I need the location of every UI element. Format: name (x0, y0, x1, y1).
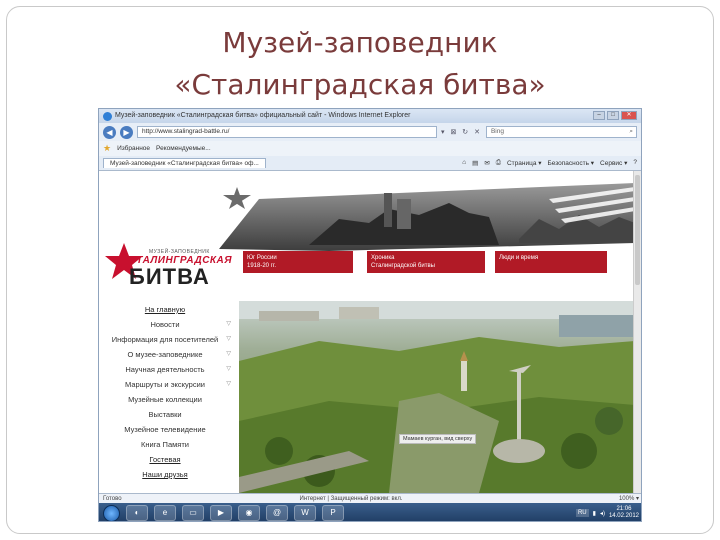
chevron-down-icon: ▽ (226, 336, 231, 342)
print-icon[interactable]: ⎙ (496, 159, 501, 167)
back-button[interactable]: ◀ (103, 125, 116, 139)
chevron-down-icon: ▽ (226, 351, 231, 357)
favorites-item[interactable]: Рекомендуемые... (156, 145, 211, 152)
menu-item-home[interactable]: На главную (99, 305, 231, 314)
window-titlebar: Музей-заповедник «Сталинградская битва» … (99, 109, 641, 123)
menu-item-tours[interactable]: Маршруты и экскурсии ▽ (99, 380, 231, 389)
banner-block-2-line2: Сталинградской битвы (371, 263, 435, 269)
web-page: Юг России 1918-20 гг. Хроника Сталинград… (99, 171, 635, 493)
ie-logo-icon (103, 112, 112, 121)
search-placeholder: Bing (490, 128, 504, 135)
site-banner: Юг России 1918-20 гг. Хроника Сталинград… (99, 171, 635, 301)
chevron-down-icon: ▽ (226, 366, 231, 372)
email-client-icon[interactable]: @ (266, 505, 288, 521)
search-icon[interactable]: ⌕ (629, 127, 633, 137)
command-page[interactable]: Страница ▾ (507, 159, 542, 167)
ie-taskbar-icon[interactable]: e (154, 505, 176, 521)
security-zone: Интернет | Защищенный режим: вкл. (299, 495, 403, 502)
chevron-down-icon: ▽ (226, 381, 231, 387)
url-tools[interactable]: ▾ ⊠ ↻ ✕ (441, 128, 482, 136)
menu-item-guestbook[interactable]: Гостевая (99, 455, 231, 464)
clock-time: 21:06 (616, 506, 632, 512)
maximize-button[interactable]: □ (607, 111, 619, 120)
home-icon[interactable]: ⌂ (462, 159, 466, 167)
volume-icon[interactable]: ◂) (600, 510, 605, 517)
banner-block-south-russia[interactable]: Юг России 1918-20 гг. (243, 251, 353, 273)
menu-item-collections[interactable]: Музейные коллекции (99, 395, 231, 404)
close-button[interactable]: ✕ (621, 111, 637, 120)
clock[interactable]: 21:06 14.02.2012 (609, 506, 639, 520)
banner-block-2-line1: Хроника (371, 255, 395, 261)
minimize-button[interactable]: – (593, 111, 605, 120)
menu-item-science[interactable]: Научная деятельность ▽ (99, 365, 231, 374)
command-bar: ⌂ ▤ ✉ ⎙ Страница ▾ Безопасность ▾ Сервис… (462, 159, 637, 167)
media-player-icon[interactable]: ▶ (210, 505, 232, 521)
folder-icon[interactable]: ▭ (182, 505, 204, 521)
banner-block-1-line1: Юг России (247, 255, 277, 261)
window-title: Музей-заповедник «Сталинградская битва» … (115, 112, 411, 119)
logo-line2: БИТВА (129, 264, 210, 289)
mail-icon[interactable]: ✉ (484, 159, 489, 167)
slide-title-line1: Музей-заповедник (222, 26, 498, 59)
chevron-down-icon: ▽ (226, 321, 231, 327)
command-tools[interactable]: Сервис ▾ (600, 159, 627, 167)
feeds-icon[interactable]: ▤ (472, 159, 478, 167)
banner-block-3-line1: Люди и время (499, 255, 539, 261)
menu-item-about[interactable]: О музее-заповеднике ▽ (99, 350, 231, 359)
window-controls: – □ ✕ (593, 111, 637, 120)
url-field[interactable]: http://www.stalingrad-battle.ru/ (137, 126, 437, 138)
word-icon[interactable]: W (294, 505, 316, 521)
taskbar: ◐ e ▭ ▶ ◉ @ W P RU ▮ ◂) 21:06 14.02.2012 (99, 503, 641, 521)
slide-title-line2: «Сталинградская битва» (174, 68, 546, 101)
menu-item-museum-tv[interactable]: Музейное телевидение (99, 425, 231, 434)
system-tray: RU ▮ ◂) 21:06 14.02.2012 (575, 506, 639, 520)
photo-caption: Мамаев курган, вид сверху (399, 434, 477, 444)
media-center-icon[interactable]: ◐ (126, 505, 148, 521)
network-icon[interactable]: ▮ (593, 510, 596, 517)
menu-item-memory-book[interactable]: Книга Памяти (99, 440, 231, 449)
menu-item-news[interactable]: Новости ▽ (99, 320, 231, 329)
zoom-control[interactable]: 100% ▾ (619, 495, 639, 502)
language-indicator[interactable]: RU (575, 509, 589, 517)
favorites-star-icon[interactable]: ★ (103, 143, 111, 154)
forward-button[interactable]: ▶ (120, 125, 133, 139)
browser-screenshot: Музей-заповедник «Сталинградская битва» … (98, 108, 642, 522)
scrollbar-thumb[interactable] (635, 175, 640, 285)
powerpoint-icon[interactable]: P (322, 505, 344, 521)
menu-item-friends[interactable]: Наши друзья (99, 470, 231, 479)
command-help[interactable]: ? (633, 159, 637, 167)
status-bar: Готово Интернет | Защищенный режим: вкл.… (99, 493, 641, 503)
chrome-icon[interactable]: ◉ (238, 505, 260, 521)
banner-block-1-line2: 1918-20 гг. (247, 263, 276, 269)
address-bar: ◀ ▶ http://www.stalingrad-battle.ru/ ▾ ⊠… (99, 123, 641, 141)
search-input[interactable]: Bing ⌕ (485, 126, 637, 138)
menu-item-visitors[interactable]: Информация для посетителей ▽ (99, 335, 231, 344)
command-safety[interactable]: Безопасность ▾ (548, 159, 595, 167)
menu-item-exhibitions[interactable]: Выставки (99, 410, 231, 419)
site-menu: На главную Новости ▽ Информация для посет… (99, 301, 237, 493)
favorites-button[interactable]: Избранное (117, 145, 150, 152)
slide-title: Музей-заповедник «Сталинградская битва» (0, 22, 720, 106)
page-scrollbar[interactable] (633, 171, 641, 493)
banner-block-people[interactable]: Люди и время (495, 251, 607, 273)
aerial-photo (239, 301, 635, 493)
tab-bar: Музей-заповедник «Сталинградская битва» … (99, 156, 641, 171)
clock-date: 14.02.2012 (608, 513, 639, 519)
favorites-bar: ★ Избранное Рекомендуемые... (99, 141, 641, 156)
start-button[interactable] (103, 504, 120, 521)
banner-collage (219, 183, 635, 251)
tab-museum[interactable]: Музей-заповедник «Сталинградская битва» … (103, 158, 266, 168)
status-text: Готово (103, 495, 122, 502)
banner-block-chronicle[interactable]: Хроника Сталинградской битвы (367, 251, 485, 273)
